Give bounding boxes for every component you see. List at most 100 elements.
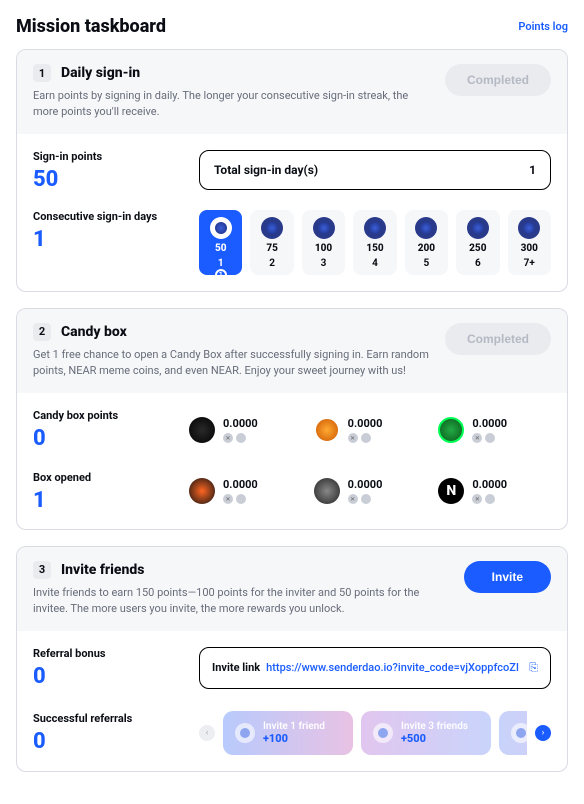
token-amount: 0.0000: [223, 417, 258, 430]
tier-day: 7+: [524, 258, 535, 269]
coin-icon: [261, 217, 283, 239]
sub-icon: [485, 494, 495, 504]
referrals-label: Successful referrals: [33, 712, 183, 725]
streak-tier: 75 2: [250, 210, 293, 275]
tier-day: 5: [424, 258, 430, 269]
candy-box-card: 2 Candy box Get 1 free chance to open a …: [16, 308, 568, 530]
milestone-card[interactable]: Invite 1 friend +100: [223, 711, 353, 755]
token-icon: [314, 417, 340, 443]
tier-day: 1: [218, 258, 224, 269]
coin-icon: [313, 217, 335, 239]
milestone-points: +500: [401, 732, 468, 745]
milestone-points: +100: [263, 732, 325, 745]
sub-icon: [485, 433, 495, 443]
token-item: 0.0000 ✕: [314, 470, 427, 513]
streak-tier: 250 6: [456, 210, 499, 275]
checkmark-icon: 1: [215, 269, 227, 275]
card-number: 1: [33, 64, 51, 82]
streak-tiers: 50 1 1 75 2 100 3 150 4 200 5 250 6 300 …: [199, 210, 551, 275]
tier-points: 50: [215, 243, 227, 254]
completed-button: Completed: [445, 64, 551, 96]
token-icon: N: [438, 478, 464, 504]
token-amount: 0.0000: [348, 478, 383, 491]
streak-tier: 150 4: [353, 210, 396, 275]
sub-icon: [361, 494, 371, 504]
signin-points-label: Sign-in points: [33, 150, 183, 163]
milestone-card[interactable]: [499, 711, 527, 755]
token-icon: [189, 478, 215, 504]
token-item: 0.0000 ✕: [438, 409, 551, 452]
avatar-icon: [511, 723, 527, 743]
referral-bonus-value: 0: [33, 664, 183, 689]
card-title: Candy box: [61, 324, 127, 340]
sub-icon: ✕: [223, 433, 233, 443]
invite-link-box: Invite link https://www.senderdao.io?inv…: [199, 647, 551, 689]
sub-icon: ✕: [348, 494, 358, 504]
sub-icon: [236, 433, 246, 443]
daily-signin-card: 1 Daily sign-in Earn points by signing i…: [16, 49, 568, 292]
tier-points: 75: [266, 243, 278, 254]
signin-points-value: 50: [33, 167, 183, 192]
total-signin-label: Total sign-in day(s): [214, 163, 318, 177]
token-item: 0.0000 ✕: [189, 470, 302, 513]
tier-day: 4: [372, 258, 378, 269]
milestone-title: Invite 1 friend: [263, 721, 325, 732]
streak-tier: 200 5: [405, 210, 448, 275]
referral-bonus-label: Referral bonus: [33, 647, 183, 660]
card-title: Invite friends: [61, 562, 144, 578]
coin-icon: [467, 217, 489, 239]
token-item: 0.0000 ✕: [189, 409, 302, 452]
tier-points: 200: [418, 243, 435, 254]
card-number: 3: [33, 561, 51, 579]
token-icon: [314, 478, 340, 504]
avatar-icon: [373, 723, 393, 743]
card-description: Get 1 free chance to open a Candy Box af…: [33, 347, 433, 379]
box-opened-label: Box opened: [33, 471, 173, 484]
prev-milestone-icon[interactable]: ‹: [199, 725, 215, 741]
avatar-icon: [235, 723, 255, 743]
tier-points: 300: [521, 243, 538, 254]
total-signin-value: 1: [529, 163, 536, 177]
tier-points: 100: [315, 243, 332, 254]
invite-friends-card: 3 Invite friends Invite friends to earn …: [16, 546, 568, 772]
candy-points-value: 0: [33, 426, 173, 451]
completed-button: Completed: [445, 323, 551, 355]
sub-icon: [361, 433, 371, 443]
points-log-link[interactable]: Points log: [518, 20, 568, 33]
candy-points-label: Candy box points: [33, 409, 173, 422]
tier-day: 2: [269, 258, 275, 269]
token-amount: 0.0000: [472, 417, 507, 430]
token-grid: 0.0000 ✕ 0.0000 ✕ 0.0000 ✕ 0.0000 ✕ 0.00…: [189, 409, 551, 513]
milestone-card[interactable]: Invite 3 friends +500: [361, 711, 491, 755]
card-description: Invite friends to earn 150 points—100 po…: [33, 585, 452, 617]
token-icon: [189, 417, 215, 443]
sub-icon: ✕: [348, 433, 358, 443]
box-opened-value: 1: [33, 488, 173, 513]
token-amount: 0.0000: [472, 478, 507, 491]
invite-link-label: Invite link: [212, 661, 260, 674]
tier-points: 250: [469, 243, 486, 254]
invite-link-url[interactable]: https://www.senderdao.io?invite_code=vjX…: [266, 661, 523, 674]
coin-icon: [518, 217, 540, 239]
milestones-row: ‹ Invite 1 friend +100 Invite 3 friends …: [199, 711, 551, 755]
coin-icon: [364, 217, 386, 239]
streak-tier: 50 1 1: [199, 210, 242, 275]
streak-tier: 300 7+: [508, 210, 551, 275]
token-amount: 0.0000: [223, 478, 258, 491]
sub-icon: ✕: [472, 494, 482, 504]
sub-icon: ✕: [223, 494, 233, 504]
coin-icon: [415, 217, 437, 239]
streak-value: 1: [33, 227, 183, 252]
sub-icon: ✕: [472, 433, 482, 443]
invite-button[interactable]: Invite: [464, 561, 551, 593]
sub-icon: [236, 494, 246, 504]
tier-points: 150: [366, 243, 383, 254]
card-number: 2: [33, 323, 51, 341]
next-milestone-icon[interactable]: ›: [535, 725, 551, 741]
tier-day: 3: [321, 258, 327, 269]
token-amount: 0.0000: [348, 417, 383, 430]
token-item: N 0.0000 ✕: [438, 470, 551, 513]
streak-tier: 100 3: [302, 210, 345, 275]
streak-label: Consecutive sign-in days: [33, 210, 183, 223]
copy-icon[interactable]: ⎘: [529, 661, 538, 675]
